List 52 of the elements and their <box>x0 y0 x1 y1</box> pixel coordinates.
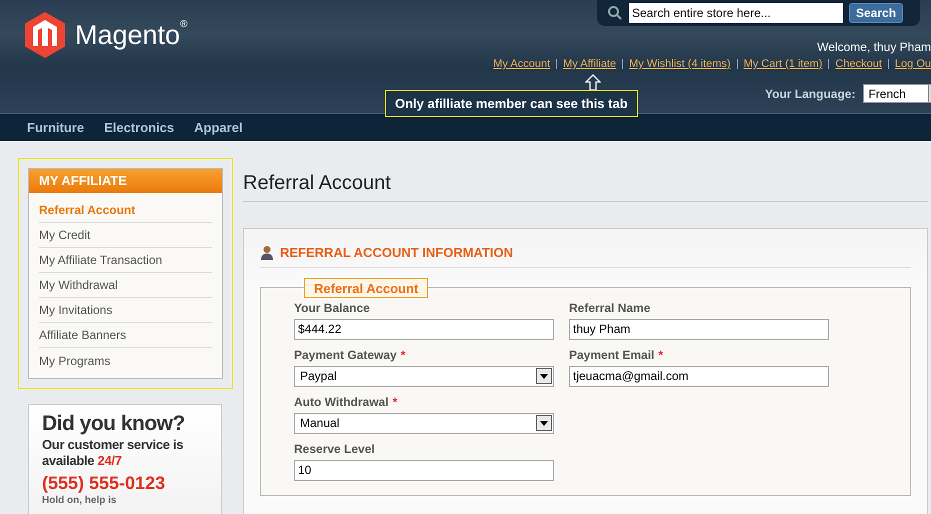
logo-text: Magento <box>75 19 180 51</box>
sidebar-item[interactable]: My Invitations <box>39 298 212 323</box>
input-field[interactable]: thuy Pham <box>569 318 829 340</box>
field-label: Your Balance <box>294 300 371 316</box>
sidebar-item[interactable]: My Credit <box>39 223 212 248</box>
field-label: Referral Name <box>569 300 652 316</box>
search-button[interactable]: Search <box>849 3 904 23</box>
nav-link[interactable]: Furniture <box>27 118 84 138</box>
welcome-text: Welcome, thuy Pham <box>817 39 931 56</box>
user-icon <box>260 245 274 260</box>
callout-note: Only afilliate member can see this tab <box>385 90 638 117</box>
select-field[interactable]: Paypal <box>294 366 554 386</box>
section-title: REFERRAL ACCOUNT INFORMATION <box>280 244 514 262</box>
nav-link[interactable]: Apparel <box>194 118 243 138</box>
account-link[interactable]: Checkout <box>835 56 882 72</box>
promo-title: Did you know? <box>42 411 186 437</box>
promo-text: Our customer service is available 24/7 <box>42 437 184 469</box>
account-link[interactable]: My Account <box>493 56 550 72</box>
field-label: Reserve Level <box>294 442 376 456</box>
sidebar-item[interactable]: My Affiliate Transaction <box>39 248 212 273</box>
promo-note: Hold on, help is <box>42 495 118 507</box>
input-field[interactable]: $444.22 <box>294 318 554 340</box>
account-link[interactable]: My Cart (1 item) <box>744 56 822 72</box>
search-icon <box>607 5 623 21</box>
account-link[interactable]: My Wishlist (4 items) <box>629 56 731 72</box>
language-select[interactable]: French <box>863 84 931 103</box>
field-label: Payment Gateway * <box>294 348 406 362</box>
required-mark: * <box>392 394 398 408</box>
input-field[interactable]: tjeuacma@gmail.com <box>569 366 829 386</box>
sidebar-item[interactable]: My Withdrawal <box>39 273 212 298</box>
up-arrow-icon <box>585 74 601 91</box>
field-label: Auto Withdrawal * <box>294 394 398 410</box>
nav-link[interactable]: Electronics <box>104 118 174 138</box>
required-mark: * <box>658 348 664 362</box>
field-label: Payment Email * <box>569 348 664 362</box>
sidebar-item[interactable]: My Programs <box>39 348 212 373</box>
logo-icon <box>25 12 65 58</box>
fieldset-legend: Referral Account <box>304 278 428 298</box>
sidebar-title: MY AFFILIATE <box>29 169 222 193</box>
page-title: Referral Account <box>243 168 928 202</box>
required-mark: * <box>400 348 406 362</box>
caret-icon <box>536 368 552 384</box>
input-field[interactable]: 10 <box>294 460 554 480</box>
language-label: Your Language: <box>765 86 856 102</box>
trademark-mark: ® <box>180 19 188 31</box>
phone-number: (555) 555-0123 <box>42 472 166 494</box>
search-field[interactable]: Search entire store here... <box>629 3 843 23</box>
caret-icon <box>536 415 552 431</box>
sidebar-item[interactable]: Affiliate Banners <box>39 323 212 348</box>
account-link[interactable]: Log Ou <box>894 56 931 72</box>
account-link[interactable]: My Affiliate <box>563 56 616 72</box>
select-field[interactable]: Manual <box>294 412 554 434</box>
